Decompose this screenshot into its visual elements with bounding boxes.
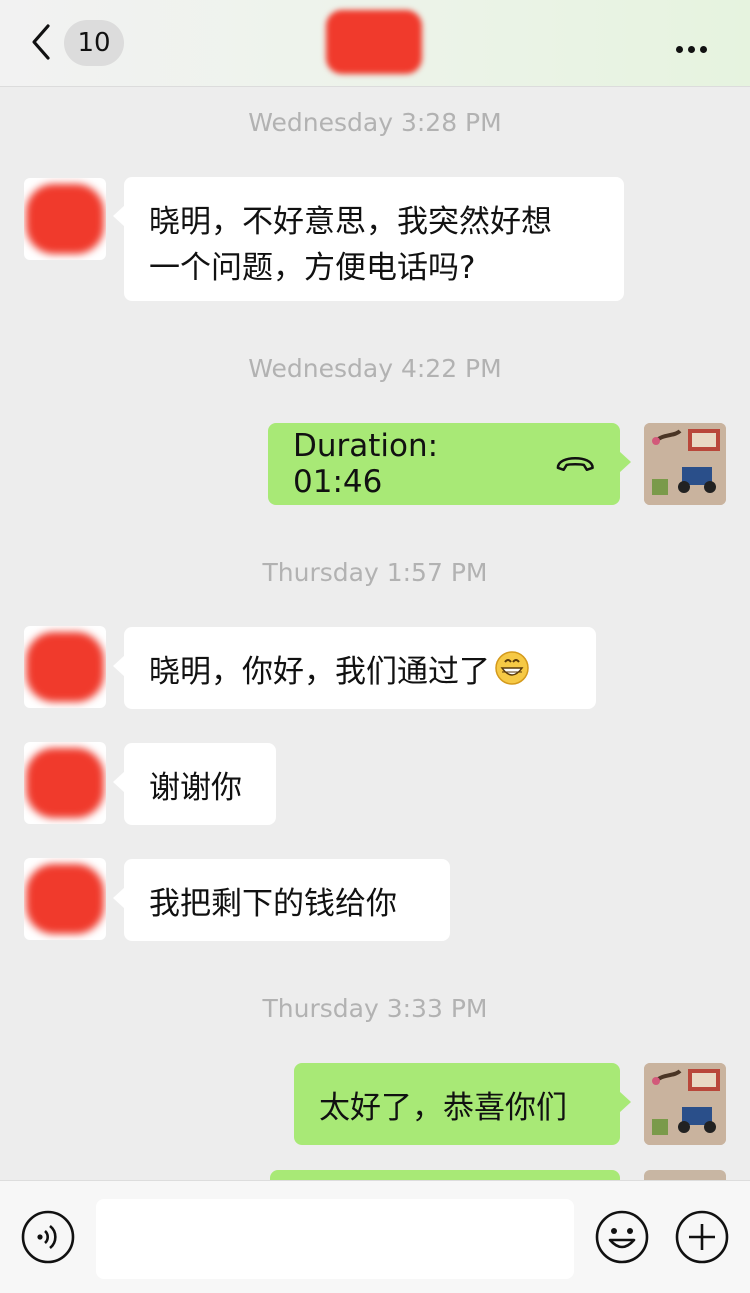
message-text-line: 晓明，不好意思，我突然好想 [149, 204, 552, 240]
toy-photo-icon [644, 1063, 726, 1145]
input-bar [0, 1180, 750, 1293]
grinning-face-icon [495, 651, 529, 685]
contact-avatar[interactable] [24, 626, 106, 708]
voice-icon[interactable] [21, 1210, 75, 1264]
message-text-line: 一个问题，方便电话吗? [149, 250, 476, 286]
message-text: 谢谢你 [149, 769, 242, 806]
timestamp: Wednesday 4:22 PM [248, 354, 502, 383]
emoji-icon[interactable] [595, 1210, 649, 1264]
incoming-message-bubble[interactable]: 我把剩下的钱给你 [113, 859, 450, 941]
chevron-left-icon[interactable] [26, 22, 56, 62]
my-avatar[interactable] [644, 423, 726, 505]
chat-header: 10 [0, 0, 750, 87]
outgoing-message-bubble[interactable]: 太好了，恭喜你们 [294, 1063, 631, 1145]
message-text: 我把剩下的钱给你 [149, 885, 397, 922]
redacted-chat-title [326, 10, 422, 74]
contact-avatar[interactable] [24, 742, 106, 824]
plus-icon[interactable] [675, 1210, 729, 1264]
contact-avatar[interactable] [24, 178, 106, 260]
timestamp: Thursday 3:33 PM [262, 994, 488, 1023]
message-text: 太好了，恭喜你们 [319, 1089, 567, 1126]
message-text: 晓明，你好，我们通过了 [149, 653, 490, 690]
call-duration-text: Duration: 01:46 [293, 428, 439, 500]
incoming-message-bubble[interactable]: 晓明，不好意思，我突然好想 一个问题，方便电话吗? [113, 177, 624, 301]
phone-hangup-icon [556, 456, 594, 472]
contact-avatar[interactable] [24, 858, 106, 940]
more-options-icon[interactable] [676, 38, 716, 53]
timestamp: Wednesday 3:28 PM [248, 108, 502, 137]
unread-badge[interactable]: 10 [64, 20, 124, 66]
timestamp: Thursday 1:57 PM [262, 558, 488, 587]
incoming-message-bubble[interactable]: 谢谢你 [113, 743, 276, 825]
toy-photo-icon [644, 423, 726, 505]
message-input[interactable] [96, 1199, 574, 1279]
my-avatar[interactable] [644, 1063, 726, 1145]
call-duration-bubble[interactable]: Duration: 01:46 [268, 423, 631, 505]
incoming-message-bubble[interactable]: 晓明，你好，我们通过了 [113, 627, 596, 709]
